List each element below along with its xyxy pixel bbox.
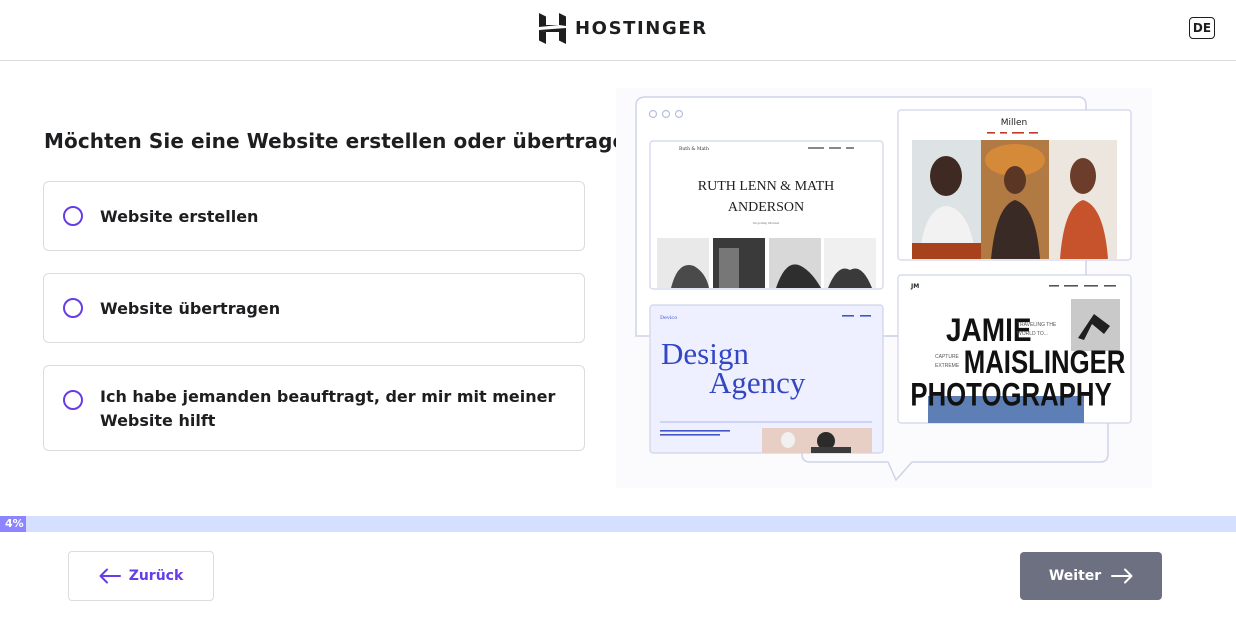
back-button-label: Zurück — [128, 568, 184, 584]
millen-title: Millen — [1001, 118, 1028, 128]
ruth-nav-brand: Ruth & Math — [679, 146, 709, 152]
top-bar: HOSTINGER DE — [0, 0, 1236, 61]
website-templates-illustration: Ruth & Math RUTH LENN & MATH ANDERSON Im… — [616, 88, 1152, 488]
jamie-line2: MAISLINGER — [964, 346, 1126, 381]
arrow-left-icon — [99, 568, 121, 584]
brand-name: HOSTINGER — [575, 17, 708, 39]
template-card-jamie: JM JAMIE MAISLINGER PHOTOGRAPHY TRAVELIN… — [897, 274, 1132, 424]
radio-button[interactable] — [63, 206, 83, 226]
hostinger-logo-icon — [539, 12, 566, 44]
jamie-line3: PHOTOGRAPHY — [910, 378, 1111, 413]
arrow-right-icon — [1111, 568, 1133, 584]
progress-bar: 4% — [0, 516, 1236, 532]
option-create-website[interactable]: Website erstellen — [43, 181, 585, 251]
template-card-ruth-math: Ruth & Math RUTH LENN & MATH ANDERSON Im… — [649, 140, 884, 290]
option-label: Website erstellen — [100, 207, 259, 226]
svg-text:EXTREME: EXTREME — [935, 363, 960, 369]
templates-collage: Ruth & Math RUTH LENN & MATH ANDERSON Im… — [635, 96, 1132, 482]
brand-logo[interactable]: HOSTINGER — [539, 12, 708, 44]
svg-text:WORLD TO...: WORLD TO... — [1017, 331, 1048, 337]
back-button[interactable]: Zurück — [68, 551, 214, 601]
radio-button[interactable] — [63, 390, 83, 410]
question-title: Möchten Sie eine Website erstellen oder … — [44, 129, 653, 153]
svg-text:TRAVELING THE: TRAVELING THE — [1017, 322, 1057, 328]
design-title-2: Agency — [709, 365, 806, 400]
option-label: Ich habe jemanden beauftragt, der mir mi… — [100, 387, 556, 430]
template-card-millen: Millen — [897, 109, 1132, 261]
ruth-subtitle: Im getting Married — [753, 221, 780, 225]
svg-text:ANDERSON: ANDERSON — [728, 200, 804, 215]
progress-percent: 4% — [5, 517, 24, 530]
language-selector[interactable]: DE — [1189, 17, 1215, 39]
next-button-label: Weiter — [1048, 568, 1102, 584]
next-button[interactable]: Weiter — [1020, 552, 1162, 600]
option-transfer-website[interactable]: Website übertragen — [43, 273, 585, 343]
svg-text:RUTH LENN & MATH: RUTH LENN & MATH — [698, 179, 835, 194]
design-nav-brand: Devico — [660, 315, 677, 321]
option-label: Website übertragen — [100, 299, 281, 318]
jamie-logo: JM — [910, 283, 919, 290]
template-card-design-agency: Devico Design Agency — [649, 304, 884, 454]
svg-text:CAPTURE: CAPTURE — [935, 354, 960, 360]
radio-button[interactable] — [63, 298, 83, 318]
option-hired-someone[interactable]: Ich habe jemanden beauftragt, der mir mi… — [43, 365, 585, 451]
